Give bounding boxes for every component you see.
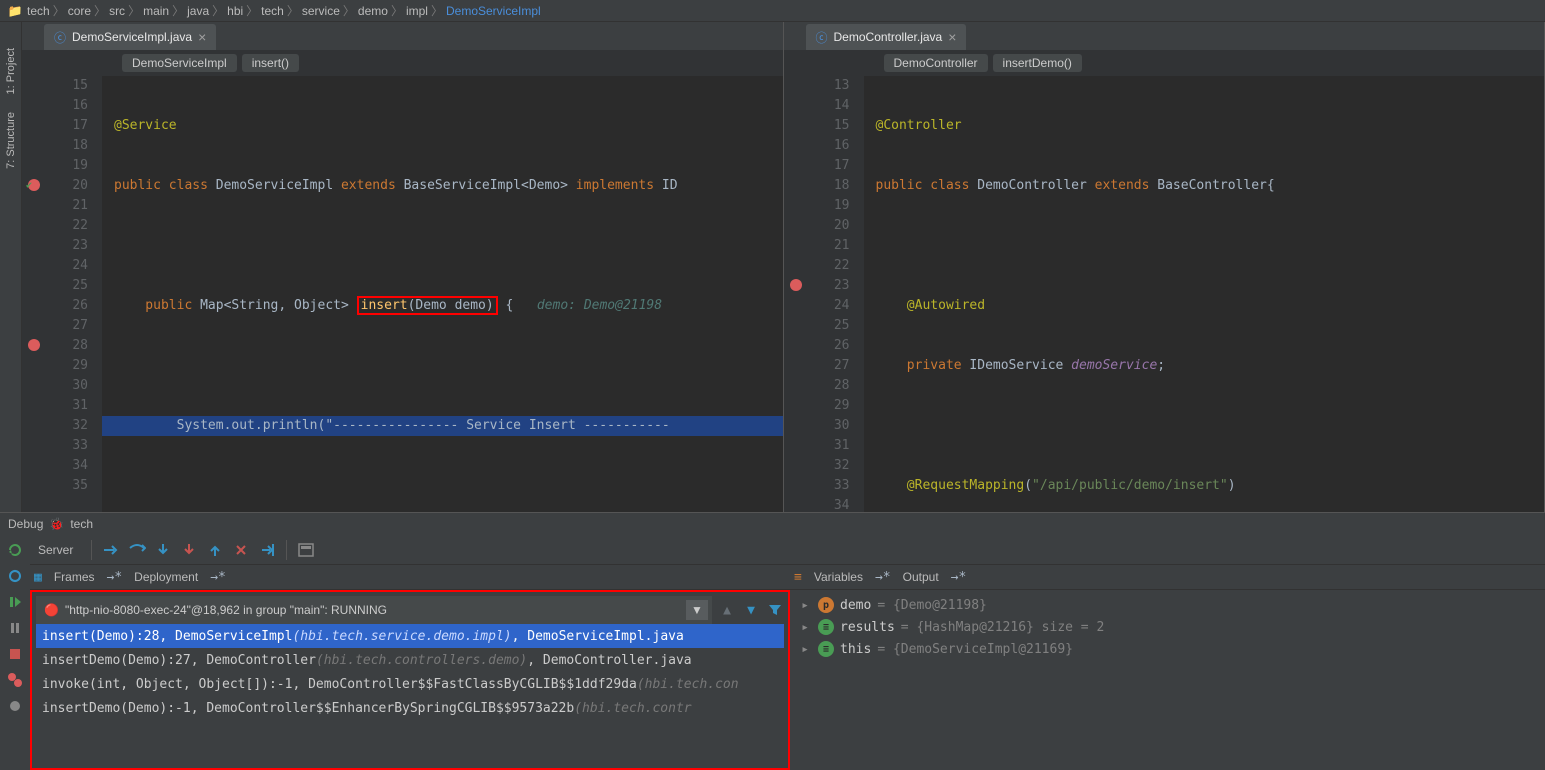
stack-icon: ≡: [794, 570, 802, 585]
step-into-icon[interactable]: [152, 539, 174, 561]
editor-splitter: ⓒ DemoServiceImpl.java × DemoServiceImpl…: [22, 22, 1545, 512]
gutter-left[interactable]: 151617 1819 20212223 24252627 28293031 3…: [22, 76, 102, 512]
breadcrumb: 📁tech〉 core〉 src〉 main〉 java〉 hbi〉 tech〉…: [0, 0, 1545, 22]
folder-icon: 📁: [8, 4, 22, 18]
chevron-down-icon[interactable]: ▼: [686, 600, 708, 620]
filter-frames-icon[interactable]: [766, 601, 784, 619]
stack-frame-row[interactable]: invoke(int, Object, Object[]):-1, DemoCo…: [36, 672, 784, 696]
stack-frame-row[interactable]: insertDemo(Demo):27, DemoController (hbi…: [36, 648, 784, 672]
variable-row[interactable]: ▸≡ this = {DemoServiceImpl@21169}: [798, 638, 1537, 660]
class-icon: ⓒ: [816, 29, 828, 46]
code-left[interactable]: @Service public class DemoServiceImpl ex…: [102, 76, 783, 512]
step-over-icon[interactable]: [126, 539, 148, 561]
next-frame-icon[interactable]: ▼: [742, 601, 760, 619]
pause-icon[interactable]: [6, 619, 24, 637]
server-label: Server: [38, 543, 73, 557]
show-exec-point-icon[interactable]: [100, 539, 122, 561]
tab-demoserviceimpl[interactable]: ⓒ DemoServiceImpl.java ×: [44, 24, 216, 50]
output-tab[interactable]: Output: [893, 567, 949, 587]
editor-left: ⓒ DemoServiceImpl.java × DemoServiceImpl…: [22, 22, 784, 512]
variable-row[interactable]: ▸p demo = {Demo@21198}: [798, 594, 1537, 616]
close-icon[interactable]: ×: [948, 29, 956, 45]
evaluate-icon[interactable]: [295, 539, 317, 561]
deployment-tab[interactable]: Deployment: [124, 567, 208, 587]
prev-frame-icon[interactable]: ▲: [718, 601, 736, 619]
step-out-icon[interactable]: [204, 539, 226, 561]
stack-frame-row[interactable]: insertDemo(Demo):-1, DemoController$$Enh…: [36, 696, 784, 720]
rerun-icon[interactable]: [6, 541, 24, 559]
force-step-into-icon[interactable]: [178, 539, 200, 561]
resume-icon[interactable]: [6, 593, 24, 611]
stack-frame-row[interactable]: insert(Demo):28, DemoServiceImpl (hbi.te…: [36, 624, 784, 648]
variables-pane: ▸p demo = {Demo@21198}▸≡ results = {Hash…: [790, 590, 1545, 770]
frames-tab[interactable]: Frames: [44, 567, 105, 587]
drop-frame-icon[interactable]: [230, 539, 252, 561]
code-right[interactable]: @Controller public class DemoController …: [864, 76, 1545, 512]
variables-tab[interactable]: Variables: [804, 567, 873, 587]
breakpoint-icon: 🔴: [44, 603, 59, 617]
debug-panel: Debug 🐞 tech Server: [0, 512, 1545, 770]
class-icon: ⓒ: [54, 29, 66, 46]
debug-left-buttons: [0, 535, 30, 770]
frames-pane: 🔴 "http-nio-8080-exec-24"@18,962 in grou…: [30, 590, 790, 770]
structure-tool[interactable]: 7: Structure: [5, 106, 17, 175]
run-to-cursor-icon[interactable]: [256, 539, 278, 561]
tab-democontroller[interactable]: ⓒ DemoController.java ×: [806, 24, 967, 50]
close-icon[interactable]: ×: [198, 29, 206, 45]
project-tool[interactable]: 1: Project: [5, 42, 17, 100]
mute-breakpoints-icon[interactable]: [6, 697, 24, 715]
debug-title-label: Debug: [8, 517, 43, 531]
stop-icon[interactable]: [6, 645, 24, 663]
refresh-icon[interactable]: [6, 567, 24, 585]
editor-right: ⓒ DemoController.java × DemoController i…: [784, 22, 1545, 512]
bug-icon: 🐞: [49, 517, 64, 531]
thread-selector[interactable]: 🔴 "http-nio-8080-exec-24"@18,962 in grou…: [36, 596, 712, 624]
variable-row[interactable]: ▸≡ results = {HashMap@21216} size = 2: [798, 616, 1537, 638]
frames-tab-icon: ▦: [34, 570, 42, 585]
gutter-right[interactable]: 13141516 1718192021 222324 2526 27282930…: [784, 76, 864, 512]
breakpoints-icon[interactable]: [6, 671, 24, 689]
